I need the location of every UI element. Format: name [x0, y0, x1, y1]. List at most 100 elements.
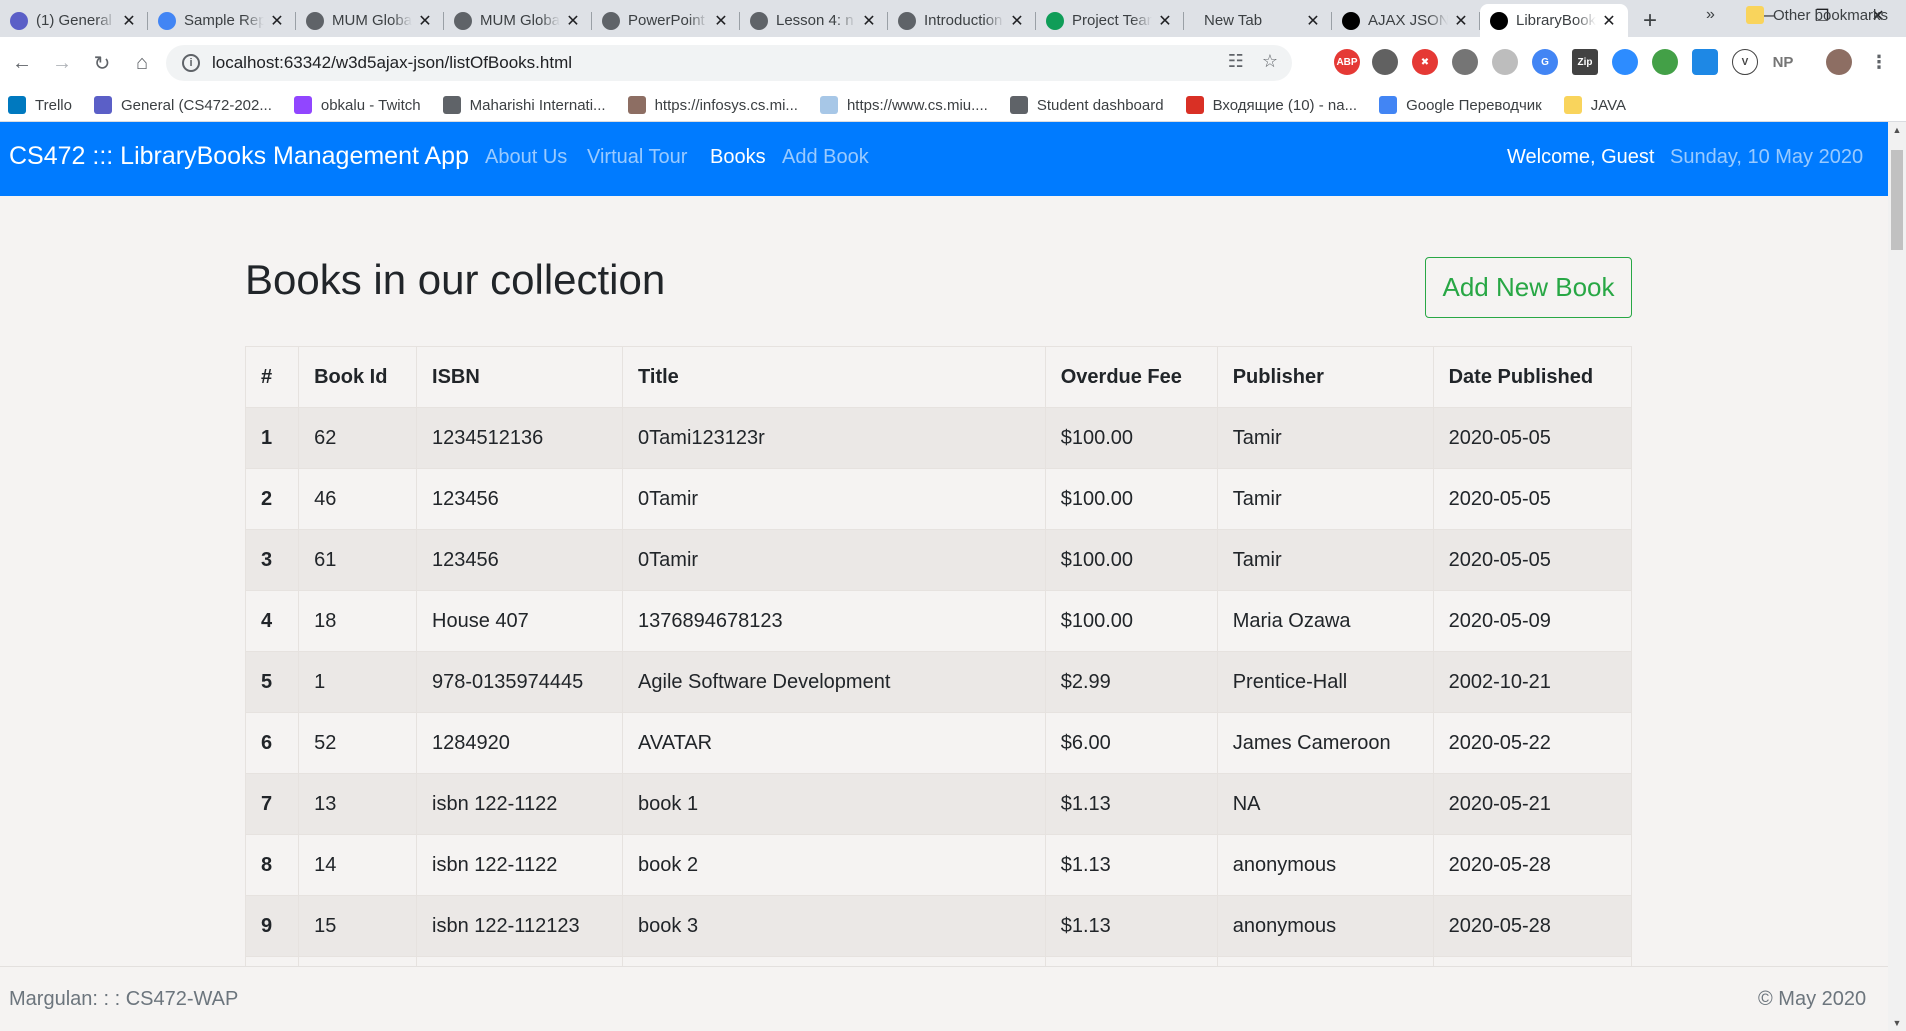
cell-isbn: 123456	[416, 529, 624, 591]
cell-book-id: 14	[298, 834, 418, 896]
cell-date-published: 2020-05-28	[1432, 834, 1633, 896]
column-header-book-id[interactable]: Book Id	[298, 346, 418, 408]
footer-author: Margulan: : : CS472-WAP	[9, 988, 239, 1010]
books-table: # Book Id ISBN Title Overdue Fee Publisher Dat…	[244, 346, 1633, 966]
table-row[interactable]: 8 14 isbn 122-1122 book 2 $1.13 anonymous 2020…	[244, 834, 1633, 896]
cell-overdue-fee: $1.13	[1044, 773, 1218, 835]
cell-date-published: 2020-05-09	[1432, 590, 1633, 652]
cell-overdue-fee: $1.13	[1044, 895, 1218, 957]
column-header-index[interactable]: #	[244, 346, 300, 408]
app-navbar: CS472 ::: LibraryBooks Management App Ab…	[0, 122, 1888, 196]
cell-title: book 1	[622, 773, 1046, 835]
cell-index: 6	[244, 712, 300, 774]
cell-book-id: 62	[298, 407, 418, 469]
table-row[interactable]: 4 18 House 407 1376894678123 $100.00 Maria Oz…	[244, 590, 1633, 652]
cell-title: book 2	[622, 834, 1046, 896]
cell-title: AVATAR	[622, 712, 1046, 774]
cell-isbn: 123456	[416, 468, 624, 530]
cell-publisher: Tamir	[1216, 529, 1434, 591]
cell-publisher: anonymous	[1216, 834, 1434, 896]
welcome-text: Welcome, Guest	[1507, 146, 1655, 168]
cell-title: 0Tami123123r	[622, 407, 1046, 469]
column-header-publisher[interactable]: Publisher	[1216, 346, 1434, 408]
current-date: Sunday, 10 May 2020	[1670, 146, 1864, 168]
cell-index: 8	[244, 834, 300, 896]
cell-isbn	[416, 956, 624, 966]
table-header-row: # Book Id ISBN Title Overdue Fee Publisher Dat…	[244, 346, 1633, 408]
cell-book-id: 46	[298, 468, 418, 530]
table-row[interactable]: 7 13 isbn 122-1122 book 1 $1.13 NA 2020-05-21	[244, 773, 1633, 835]
scroll-down-icon[interactable]: ▼	[1888, 1015, 1906, 1031]
cell-isbn: 978-0135974445	[416, 651, 624, 713]
table-row[interactable]: 2 46 123456 0Tamir $100.00 Tamir 2020-05-05	[244, 468, 1633, 530]
cell-book-id: 1	[298, 651, 418, 713]
cell-publisher: Prentice-Hall	[1216, 651, 1434, 713]
cell-publisher: James Cameroon	[1216, 712, 1434, 774]
table-row[interactable]: 9 15 isbn 122-112123 book 3 $1.13 anonymous 20…	[244, 895, 1633, 957]
cell-date-published	[1432, 956, 1633, 966]
nav-link-virtual-tour[interactable]: Virtual Tour	[587, 146, 687, 169]
cell-isbn: isbn 122-112123	[416, 895, 624, 957]
table-row[interactable]	[244, 956, 1633, 966]
cell-date-published: 2020-05-05	[1432, 529, 1633, 591]
cell-date-published: 2002-10-21	[1432, 651, 1633, 713]
cell-index: 7	[244, 773, 300, 835]
page-title: Books in our collection	[245, 256, 666, 303]
cell-overdue-fee: $100.00	[1044, 468, 1218, 530]
cell-date-published: 2020-05-28	[1432, 895, 1633, 957]
cell-publisher: Tamir	[1216, 468, 1434, 530]
cell-book-id: 61	[298, 529, 418, 591]
cell-title: book 3	[622, 895, 1046, 957]
app-brand[interactable]: CS472 ::: LibraryBooks Management App	[9, 142, 469, 171]
cell-overdue-fee: $2.99	[1044, 651, 1218, 713]
column-header-overdue-fee[interactable]: Overdue Fee	[1044, 346, 1218, 408]
cell-book-id: 18	[298, 590, 418, 652]
nav-link-add-book[interactable]: Add Book	[782, 146, 869, 169]
cell-title: 0Tamir	[622, 529, 1046, 591]
cell-book-id: 52	[298, 712, 418, 774]
cell-date-published: 2020-05-05	[1432, 407, 1633, 469]
cell-index	[244, 956, 300, 966]
scrollbar-thumb[interactable]	[1891, 150, 1903, 250]
cell-overdue-fee: $100.00	[1044, 529, 1218, 591]
column-header-isbn[interactable]: ISBN	[416, 346, 624, 408]
cell-book-id: 13	[298, 773, 418, 835]
cell-isbn: isbn 122-1122	[416, 773, 624, 835]
cell-overdue-fee	[1044, 956, 1218, 966]
cell-publisher: Maria Ozawa	[1216, 590, 1434, 652]
cell-overdue-fee: $6.00	[1044, 712, 1218, 774]
add-new-book-button[interactable]: Add New Book	[1425, 257, 1632, 318]
cell-overdue-fee: $1.13	[1044, 834, 1218, 896]
cell-date-published: 2020-05-05	[1432, 468, 1633, 530]
cell-publisher: NA	[1216, 773, 1434, 835]
cell-index: 5	[244, 651, 300, 713]
cell-title: Agile Software Development	[622, 651, 1046, 713]
table-row[interactable]: 1 62 1234512136 0Tami123123r $100.00 Tamir 202…	[244, 407, 1633, 469]
scroll-up-icon[interactable]: ▲	[1888, 122, 1906, 138]
table-row[interactable]: 3 61 123456 0Tamir $100.00 Tamir 2020-05-05	[244, 529, 1633, 591]
cell-title: 0Tamir	[622, 468, 1046, 530]
cell-isbn: 1234512136	[416, 407, 624, 469]
cell-title: 1376894678123	[622, 590, 1046, 652]
cell-isbn: 1284920	[416, 712, 624, 774]
cell-publisher: Tamir	[1216, 407, 1434, 469]
page-scrollbar[interactable]: ▲ ▼	[1888, 122, 1906, 1031]
cell-book-id	[298, 956, 418, 966]
cell-index: 4	[244, 590, 300, 652]
cell-date-published: 2020-05-21	[1432, 773, 1633, 835]
table-row[interactable]: 6 52 1284920 AVATAR $6.00 James Cameroon 2020-…	[244, 712, 1633, 774]
cell-index: 1	[244, 407, 300, 469]
nav-link-books[interactable]: Books	[710, 146, 766, 169]
page-viewport: CS472 ::: LibraryBooks Management App Ab…	[0, 0, 1888, 966]
column-header-date-published[interactable]: Date Published	[1432, 346, 1633, 408]
table-row[interactable]: 5 1 978-0135974445 Agile Software Developme…	[244, 651, 1633, 713]
cell-index: 2	[244, 468, 300, 530]
page-footer: Margulan: : : CS472-WAP © May 2020	[0, 966, 1888, 1028]
cell-date-published: 2020-05-22	[1432, 712, 1633, 774]
footer-copyright: © May 2020	[1758, 988, 1867, 1010]
nav-link-about-us[interactable]: About Us	[485, 146, 567, 169]
cell-index: 3	[244, 529, 300, 591]
cell-publisher	[1216, 956, 1434, 966]
column-header-title[interactable]: Title	[622, 346, 1046, 408]
cell-index: 9	[244, 895, 300, 957]
